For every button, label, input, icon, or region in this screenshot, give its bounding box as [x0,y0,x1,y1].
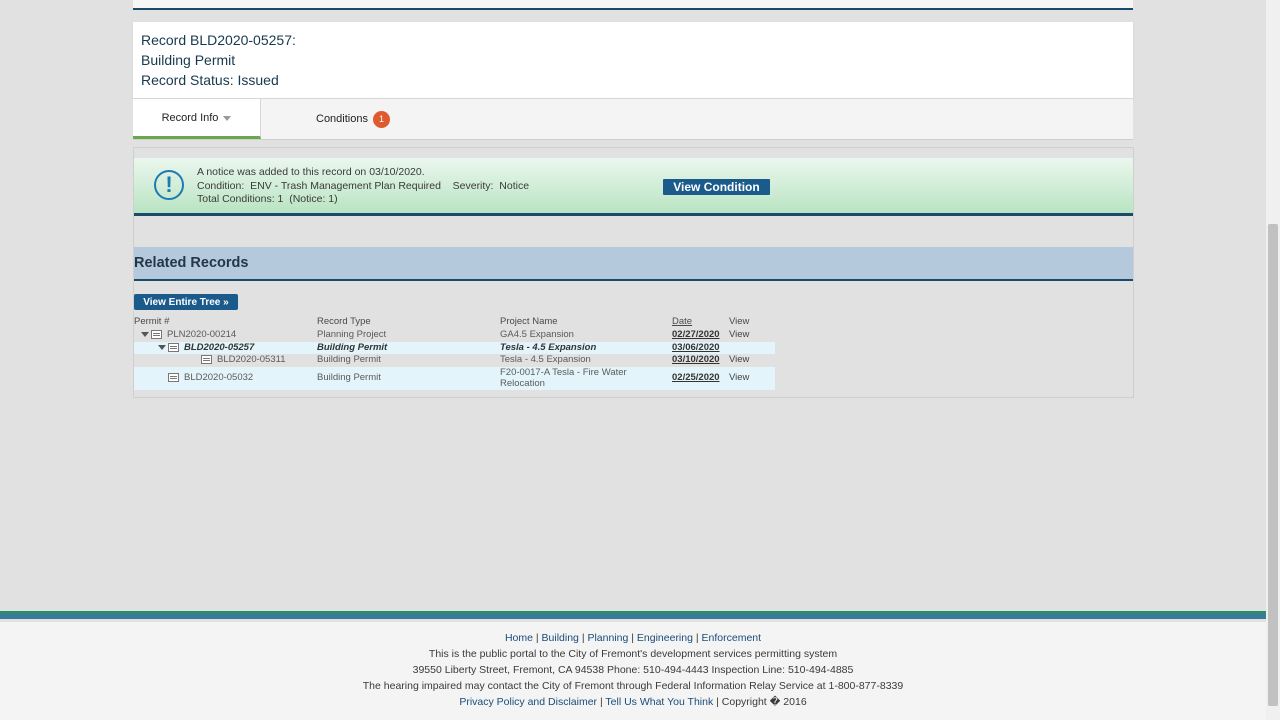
view-link[interactable]: View [729,354,749,366]
project-name-cell: GA4.5 Expansion [500,329,574,340]
date-cell: 03/10/2020 [672,354,720,365]
project-name-cell: Tesla - 4.5 Expansion [500,354,591,365]
record-status: Record Status: Issued [141,72,279,88]
record-type-cell: Building Permit [317,342,388,353]
footer-portal-text: This is the public portal to the City of… [428,648,838,660]
related-records-heading: Related Records [134,247,1133,281]
footer: Home | Building | Planning | Engineering… [0,622,1266,720]
permit-link[interactable]: PLN2020-00214 [167,329,236,341]
footer-link-home[interactable]: Home [505,632,533,644]
record-icon [168,343,179,352]
related-records-title: Related Records [134,255,249,271]
footer-address-text: 39550 Liberty Street, Fremont, CA 94538 … [412,664,854,676]
top-bar [133,0,1133,10]
vertical-scrollbar[interactable] [1266,0,1280,720]
footer-link-planning[interactable]: Planning [587,632,628,644]
project-name-cell-cont: Relocation [500,378,545,389]
footer-relay-text: The hearing impaired may contact the Cit… [362,680,904,692]
notice-condition-text: Condition: ENV - Trash Management Plan R… [197,179,530,192]
date-cell: 02/25/2020 [672,372,720,383]
collapse-arrow-icon[interactable] [158,345,166,350]
column-header-view: View [729,316,750,327]
conditions-count-badge: 1 [372,110,390,128]
column-header-permit: Permit # [134,316,170,327]
notice-text: A notice was added to this record on 03/… [197,166,529,207]
footer-band [0,611,1266,619]
table-row: PLN2020-00214 Planning Project GA4.5 Exp… [134,329,775,341]
record-number: Record BLD2020-05257: [141,32,296,48]
permit-link[interactable]: BLD2020-05311 [217,354,286,366]
table-row: BLD2020-05311 Building Permit Tesla - 4.… [134,354,775,366]
column-header-project-name: Project Name [500,316,558,327]
footer-legal: Privacy Policy and Disclaimer | Tell Us … [459,696,807,708]
date-cell: 02/27/2020 [672,329,720,340]
scrollbar-thumb[interactable] [1268,224,1278,706]
record-icon [168,373,179,382]
record-type-cell: Building Permit [317,372,381,383]
tab-conditions[interactable]: Conditions 1 [293,99,413,139]
footer-link-building[interactable]: Building [542,632,579,644]
column-header-date[interactable]: Date [672,316,692,327]
view-entire-tree-button[interactable]: View Entire Tree » [134,294,238,310]
tab-record-info[interactable]: Record Info [133,99,261,139]
tab-conditions-label: Conditions [316,113,368,125]
footer-nav: Home | Building | Planning | Engineering… [504,632,762,644]
record-tabs: Record Info Conditions 1 [133,98,1133,140]
record-icon [201,355,212,364]
view-link[interactable]: View [729,329,749,341]
record-type-cell: Building Permit [317,354,381,365]
record-type: Building Permit [141,52,236,68]
project-name-cell: Tesla - 4.5 Expansion [500,342,597,353]
notice-date-text: A notice was added to this record on 03/… [197,166,425,178]
collapse-arrow-icon[interactable] [141,332,149,337]
permit-current: BLD2020-05257 [184,342,255,353]
notice-total-text: Total Conditions: 1 (Notice: 1) [197,193,338,205]
record-type-cell: Planning Project [317,329,387,340]
footer-link-enforcement[interactable]: Enforcement [702,632,762,644]
footer-link-privacy[interactable]: Privacy Policy and Disclaimer [459,696,597,708]
footer-link-feedback[interactable]: Tell Us What You Think [605,696,713,708]
record-header: Record BLD2020-05257: Building Permit Re… [133,22,1133,98]
view-condition-button[interactable]: View Condition [663,179,770,195]
permit-link[interactable]: BLD2020-05032 [184,372,253,384]
footer-copyright: Copyright � 2016 [721,696,807,708]
table-row: BLD2020-05032 Building Permit F20-0017-A… [134,367,775,390]
column-header-record-type: Record Type [317,316,371,327]
exclamation-icon: ! [154,170,184,200]
record-icon [151,330,162,339]
view-link[interactable]: View [729,372,749,384]
tab-record-info-label: Record Info [161,111,219,124]
date-cell: 03/06/2020 [672,342,720,353]
footer-link-engineering[interactable]: Engineering [637,632,693,644]
table-row-current: BLD2020-05257 Building Permit Tesla - 4.… [134,342,775,354]
caret-down-icon [223,116,232,121]
condition-notice: ! A notice was added to this record on 0… [134,158,1133,216]
